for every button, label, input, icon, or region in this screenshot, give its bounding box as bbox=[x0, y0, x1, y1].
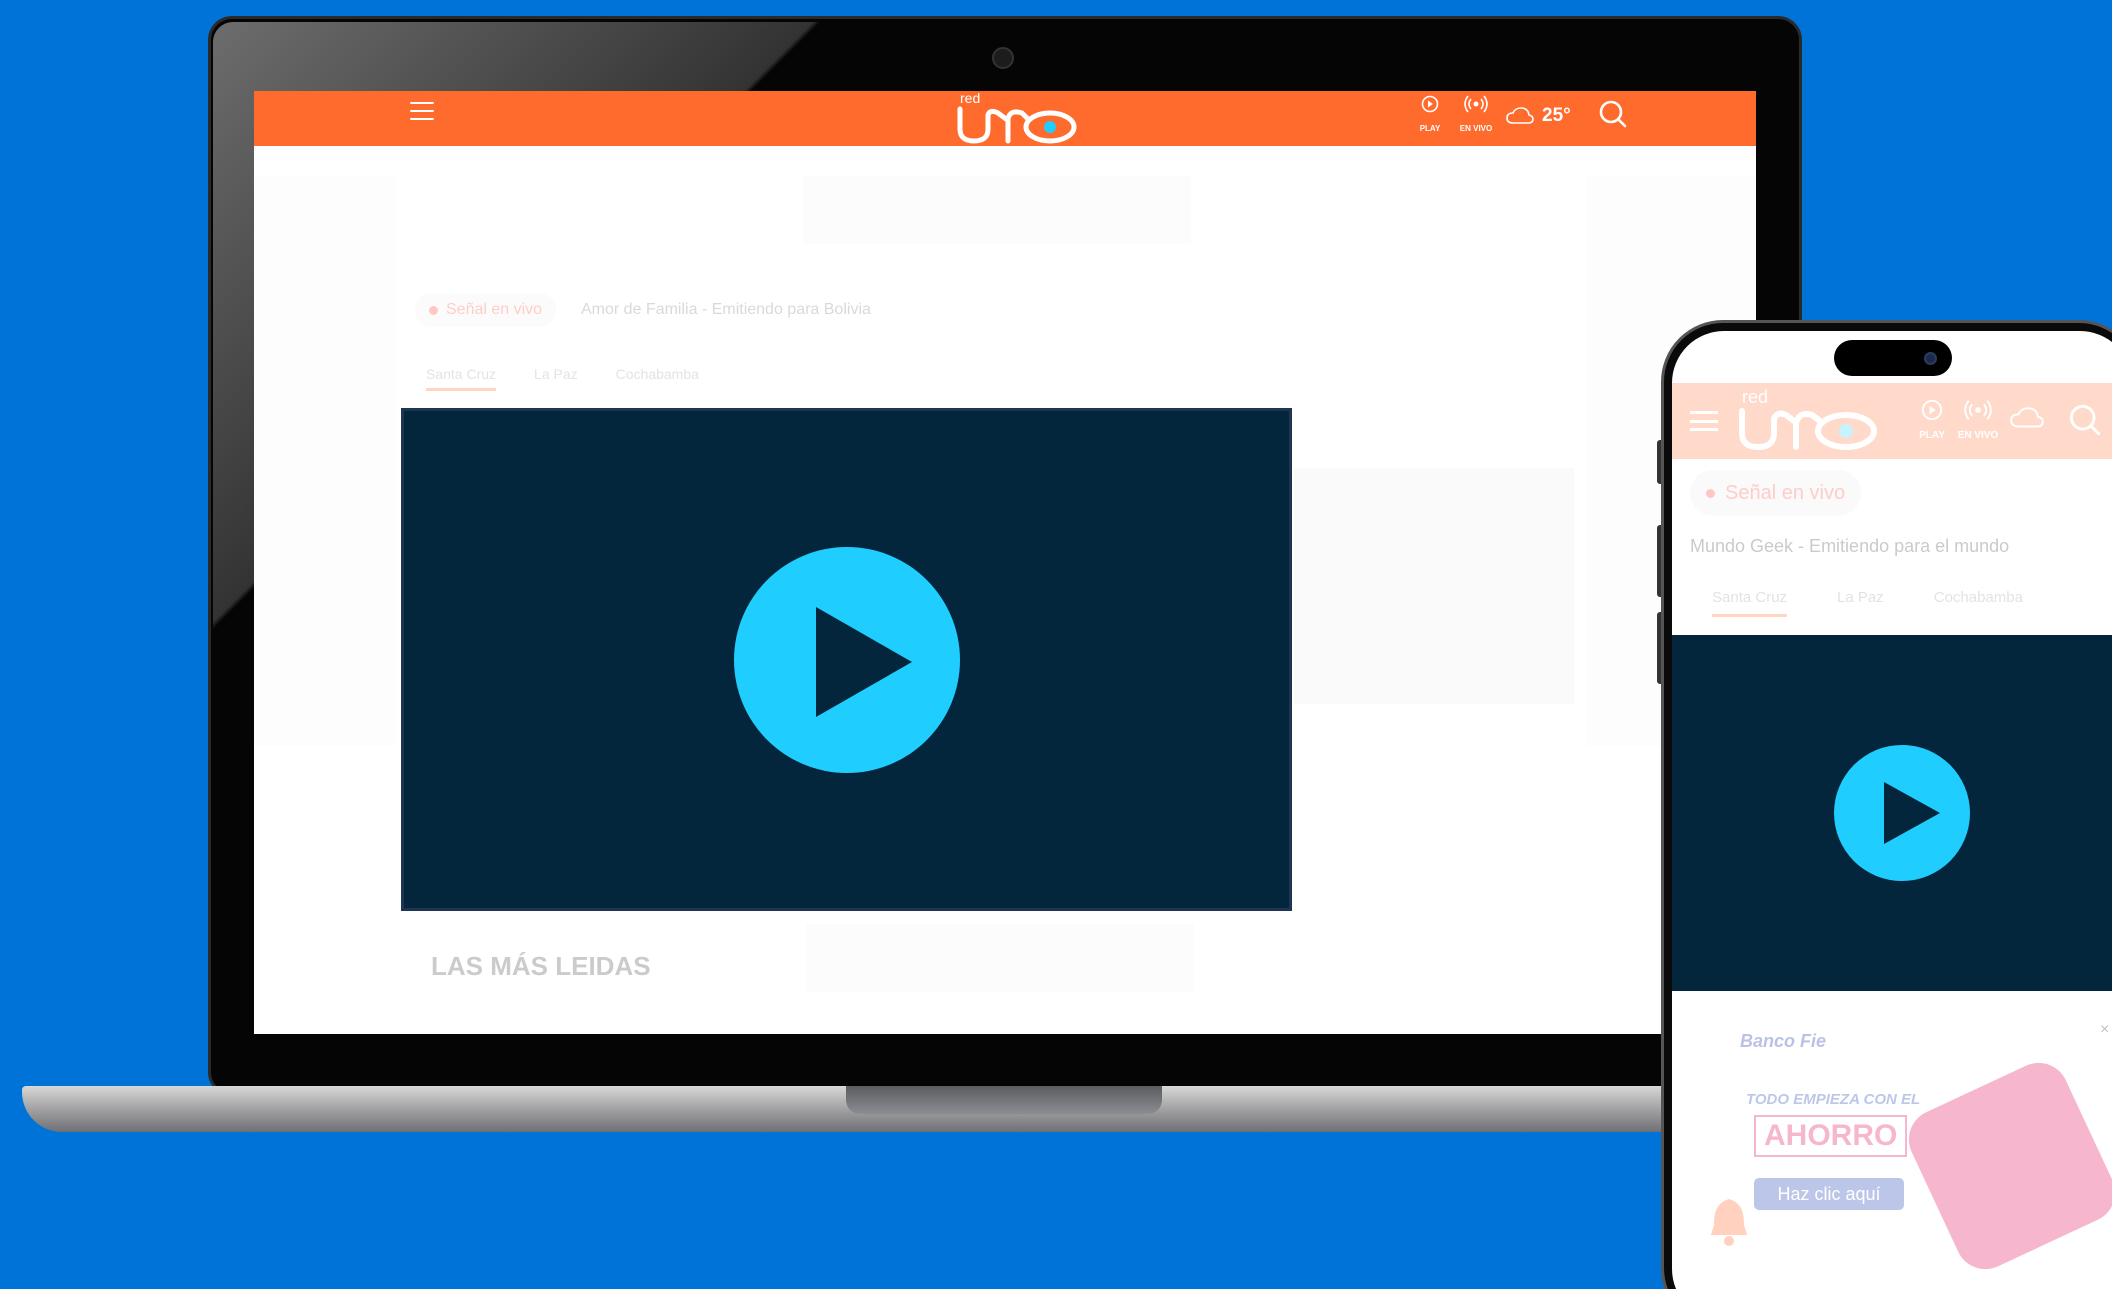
phone-camera bbox=[1924, 352, 1937, 365]
broadcast-icon bbox=[1464, 95, 1488, 113]
piggy-bank-illustration bbox=[1899, 1053, 2112, 1279]
play-circle-icon bbox=[1421, 95, 1439, 113]
city-tabs: Santa Cruz La Paz Cochabamba bbox=[1712, 589, 2023, 617]
cloud-icon bbox=[2010, 407, 2044, 428]
logo-top-text: red bbox=[960, 91, 980, 106]
live-nav-label: EN VIVO bbox=[1459, 124, 1493, 133]
tab-santa-cruz[interactable]: Santa Cruz bbox=[1712, 589, 1788, 617]
play-icon[interactable] bbox=[733, 546, 960, 773]
tab-cochabamba[interactable]: Cochabamba bbox=[616, 366, 699, 391]
live-nav-label: EN VIVO bbox=[1957, 430, 1999, 441]
play-nav[interactable]: PLAY bbox=[1910, 399, 1954, 441]
live-program-title: Amor de Familia - Emitiendo para Bolivia bbox=[581, 301, 871, 318]
bell-icon[interactable] bbox=[1708, 1197, 1750, 1249]
live-dot-icon bbox=[1706, 488, 1715, 498]
laptop-hinge-notch bbox=[846, 1086, 1162, 1114]
left-ad-slot bbox=[254, 176, 396, 746]
live-nav[interactable]: EN VIVO bbox=[1453, 95, 1499, 139]
mobile-video-player[interactable] bbox=[1672, 635, 2112, 991]
bottom-banner-ad bbox=[806, 924, 1194, 992]
city-tabs: Santa Cruz La Paz Cochabamba bbox=[426, 366, 699, 391]
laptop-screen: red PLAY EN VIVO 25° Señal en vivo Amor bbox=[254, 91, 1756, 1034]
tab-cochabamba[interactable]: Cochabamba bbox=[1934, 589, 2023, 617]
live-program-title: Mundo Geek - Emitiendo para el mundo bbox=[1690, 536, 2010, 556]
play-nav-label: PLAY bbox=[1919, 430, 1945, 441]
broadcast-icon bbox=[1964, 400, 1992, 420]
menu-icon[interactable] bbox=[1690, 411, 1718, 431]
temperature: 25° bbox=[1542, 105, 1571, 126]
ad-brand: Banco Fie bbox=[1740, 1031, 1827, 1051]
search-icon[interactable] bbox=[1598, 99, 1628, 129]
weather-widget: 25° bbox=[1506, 101, 1586, 131]
red-uno-logo[interactable]: red bbox=[952, 91, 1082, 145]
logo-top-text: red bbox=[1742, 387, 1768, 407]
search-icon[interactable] bbox=[2068, 403, 2102, 437]
ad-cta-button[interactable]: Haz clic aquí bbox=[1754, 1178, 1904, 1210]
live-video-player[interactable] bbox=[401, 408, 1292, 911]
live-signal-label: Señal en vivo bbox=[446, 301, 543, 318]
tab-la-paz[interactable]: La Paz bbox=[534, 366, 578, 391]
live-nav[interactable]: EN VIVO bbox=[1956, 399, 2000, 441]
top-banner-ad bbox=[803, 176, 1191, 244]
play-icon[interactable] bbox=[1834, 745, 1970, 881]
ad-headline: AHORRO bbox=[1754, 1115, 1908, 1157]
site-header: red PLAY EN VIVO 25° bbox=[254, 91, 1756, 146]
ad-tagline: TODO EMPIEZA CON EL bbox=[1746, 1091, 1921, 1108]
red-uno-logo[interactable]: red bbox=[1732, 385, 1882, 455]
play-circle-icon bbox=[1921, 399, 1943, 421]
most-read-heading: LAS MÁS LEIDAS bbox=[431, 951, 651, 981]
menu-icon[interactable] bbox=[410, 102, 434, 120]
play-nav[interactable]: PLAY bbox=[1407, 95, 1453, 139]
close-icon[interactable]: × bbox=[2100, 1021, 2109, 1039]
live-signal-badge[interactable]: Señal en vivo bbox=[1690, 470, 1862, 516]
live-dot-icon bbox=[429, 305, 438, 315]
bank-ad-banner[interactable]: × Banco Fie TODO EMPIEZA CON EL AHORRO H… bbox=[1732, 1021, 2112, 1279]
tab-la-paz[interactable]: La Paz bbox=[1837, 589, 1884, 617]
tab-santa-cruz[interactable]: Santa Cruz bbox=[426, 366, 497, 391]
cloud-icon bbox=[1506, 107, 1534, 124]
sidebar-ad bbox=[1294, 468, 1574, 704]
live-signal-label: Señal en vivo bbox=[1725, 481, 1846, 504]
play-nav-label: PLAY bbox=[1419, 124, 1441, 133]
laptop-camera bbox=[992, 47, 1014, 69]
mobile-site-header: red PLAY EN VIVO bbox=[1672, 383, 2112, 459]
phone-screen: red PLAY EN VIVO Señal en vivo Mundo Gee… bbox=[1672, 331, 2112, 1289]
live-signal-badge[interactable]: Señal en vivo bbox=[415, 293, 557, 327]
